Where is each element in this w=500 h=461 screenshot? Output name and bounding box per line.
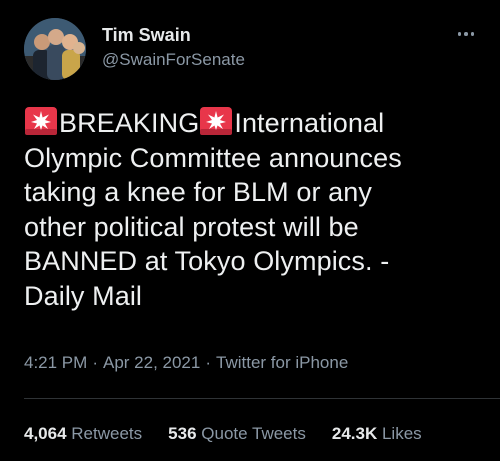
tweet-line: BREAKING International [24, 106, 484, 141]
display-name[interactable]: Tim Swain [102, 24, 245, 46]
tweet-card: Tim Swain @SwainForSenate BREAKING Intern… [0, 0, 500, 461]
meta-separator: · [92, 353, 98, 372]
tweet-text-segment: International [234, 108, 385, 138]
tweet-metadata: 4:21 PM · Apr 22, 2021 · Twitter for iPhone [24, 352, 348, 374]
quote-tweets-label: Quote Tweets [201, 424, 306, 443]
retweets-label: Retweets [71, 424, 143, 443]
more-dot [457, 32, 462, 36]
tweet-stats: 4,064 Retweets 536 Quote Tweets 24.3K Li… [24, 423, 422, 445]
more-dot [470, 32, 475, 36]
quote-tweets-stat[interactable]: 536 Quote Tweets [168, 423, 306, 445]
retweets-stat[interactable]: 4,064 Retweets [24, 423, 142, 445]
tweet-line: BANNED at Tokyo Olympics. - [24, 246, 390, 276]
avatar[interactable] [24, 18, 86, 80]
tweet-line: other political protest will be [24, 211, 359, 242]
tweet-text: BREAKING International Olympic Committee … [24, 106, 484, 313]
tweet-header: Tim Swain @SwainForSenate [24, 18, 480, 82]
user-handle[interactable]: @SwainForSenate [102, 49, 245, 71]
meta-separator: · [205, 353, 212, 372]
likes-label: Likes [381, 424, 422, 443]
tweet-client[interactable]: Twitter for iPhone [216, 353, 348, 372]
tweet-date[interactable]: Apr 22, 2021 [103, 353, 200, 372]
police-light-icon [200, 107, 233, 135]
likes-count: 24.3K [331, 424, 378, 443]
tweet-text-segment: BREAKING [59, 108, 200, 138]
more-dot [464, 32, 468, 36]
tweet-time[interactable]: 4:21 PM [24, 353, 87, 372]
tweet-line: taking a knee for BLM or any [24, 177, 372, 207]
likes-stat[interactable]: 24.3K Likes [332, 423, 422, 445]
more-options-icon[interactable] [452, 24, 480, 44]
quote-tweets-count: 536 [168, 424, 197, 443]
avatar-photo [24, 18, 86, 80]
retweets-count: 4,064 [24, 424, 67, 443]
police-light-icon [25, 107, 57, 135]
tweet-line: Olympic Committee announces [24, 142, 402, 173]
user-names: Tim Swain @SwainForSenate [102, 24, 245, 71]
divider [24, 398, 500, 399]
tweet-line: Daily Mail [24, 280, 143, 311]
